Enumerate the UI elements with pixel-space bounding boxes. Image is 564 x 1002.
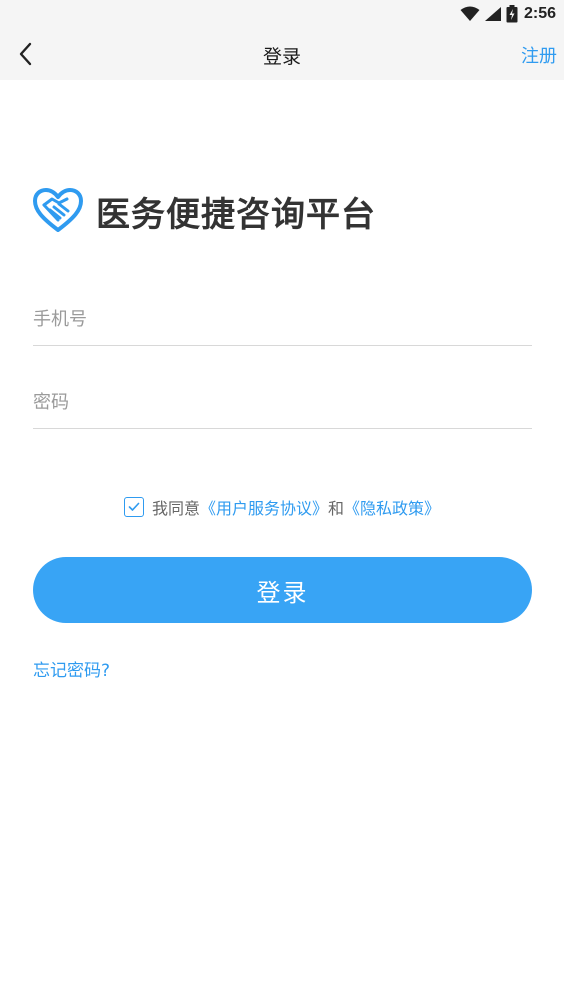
brand: 医务便捷咨询平台 (32, 186, 376, 236)
register-link[interactable]: 注册 (521, 42, 557, 68)
battery-charging-icon (506, 5, 518, 23)
status-time: 2:56 (523, 5, 556, 22)
forgot-password-link[interactable]: 忘记密码? (33, 656, 110, 681)
login-screen: 2:56 登录 注册 医务便捷咨询平台 手机号 我同意 《用户服务协议》 和 《… (0, 0, 564, 1002)
agreement-conjunction: 和 (328, 499, 345, 518)
nav-bar: 登录 注册 (0, 28, 564, 80)
phone-field (33, 295, 532, 346)
phone-input[interactable] (33, 295, 532, 343)
checkmark-icon (128, 502, 140, 511)
password-field (33, 378, 532, 429)
status-icons: 2:56 (460, 4, 556, 24)
agreement-prefix: 我同意 (151, 499, 200, 518)
status-bar: 2:56 (0, 0, 564, 28)
agreement-checkbox[interactable] (123, 497, 144, 517)
heart-handshake-icon (33, 188, 83, 232)
wifi-icon (460, 6, 480, 21)
password-input[interactable] (33, 378, 532, 426)
app-name: 医务便捷咨询平台 (96, 194, 376, 235)
privacy-policy-link[interactable]: 《隐私政策》 (344, 495, 440, 519)
user-agreement-link[interactable]: 《用户服务协议》 (200, 495, 328, 519)
agreement-row: 我同意 《用户服务协议》 和 《隐私政策》 (0, 494, 564, 520)
login-button[interactable]: 登录 (33, 557, 532, 623)
page-title: 登录 (262, 46, 301, 68)
signal-icon (484, 7, 501, 21)
